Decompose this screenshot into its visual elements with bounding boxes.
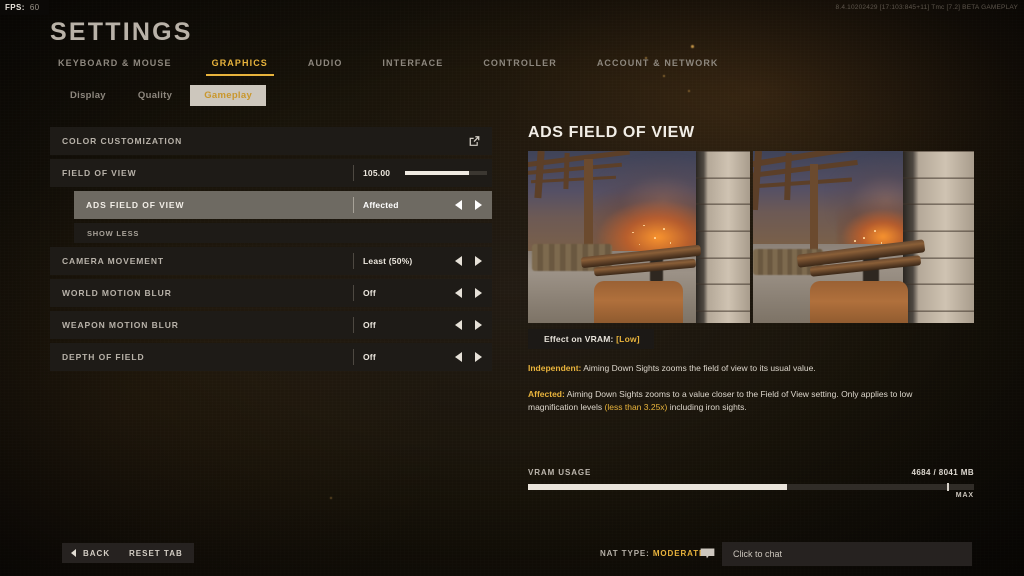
next-value-arrow[interactable]	[475, 288, 482, 298]
tab-keyboard-mouse[interactable]: KEYBOARD & MOUSE	[58, 58, 172, 76]
next-value-arrow[interactable]	[475, 352, 482, 362]
setting-label: CAMERA MOVEMENT	[62, 256, 164, 266]
setting-value-wrap: Affected	[353, 197, 399, 213]
field-of-view-slider[interactable]	[405, 171, 487, 175]
setting-row-color-customization[interactable]: COLOR CUSTOMIZATION	[50, 127, 492, 155]
value-stepper	[455, 279, 482, 307]
description-term: Independent:	[528, 363, 582, 373]
vram-max-label: MAX	[955, 492, 974, 499]
tab-account-network[interactable]: ACCOUNT & NETWORK	[597, 58, 719, 76]
setting-label: FIELD OF VIEW	[62, 168, 137, 178]
setting-row-depth-of-field[interactable]: DEPTH OF FIELD Off	[50, 343, 492, 371]
setting-value: Affected	[363, 200, 399, 210]
vram-usage-label: VRAM USAGE	[528, 468, 592, 477]
sub-tab-bar: Display Quality Gameplay	[56, 85, 267, 106]
setting-label: WEAPON MOTION BLUR	[62, 320, 179, 330]
settings-list: COLOR CUSTOMIZATION FIELD OF VIEW 105.00…	[50, 127, 492, 375]
value-stepper	[455, 343, 482, 371]
back-button[interactable]: BACK	[62, 543, 124, 563]
chevron-left-icon	[71, 549, 76, 557]
preview-image-pair	[528, 151, 974, 323]
vram-max-marker	[947, 483, 950, 491]
description-inline-highlight: (less than 3.25x)	[604, 401, 668, 412]
next-value-arrow[interactable]	[475, 200, 482, 210]
setting-value-wrap: Off	[353, 349, 376, 365]
setting-value-wrap: 105.00	[353, 165, 390, 181]
setting-label: ADS FIELD OF VIEW	[86, 200, 185, 210]
nat-type-label: NAT TYPE:	[600, 549, 650, 558]
subtab-display[interactable]: Display	[56, 85, 120, 106]
back-button-label: BACK	[83, 548, 111, 558]
reset-tab-button[interactable]: RESET TAB	[118, 543, 194, 563]
vram-effect-label: Effect on VRAM:	[544, 334, 614, 344]
chat-bubble-icon[interactable]	[700, 548, 715, 559]
description-affected: Affected: Aiming Down Sights zooms to a …	[528, 388, 948, 414]
fps-counter: FPS: 60	[0, 0, 49, 15]
fps-value: 60	[29, 3, 40, 12]
previous-value-arrow[interactable]	[455, 256, 462, 266]
setting-label: WORLD MOTION BLUR	[62, 288, 172, 298]
setting-value: Off	[363, 288, 376, 298]
value-stepper	[455, 247, 482, 275]
tab-audio[interactable]: AUDIO	[308, 58, 343, 76]
value-stepper	[455, 191, 482, 219]
vram-usage-bar	[528, 483, 974, 491]
fps-label: FPS:	[5, 3, 25, 12]
nat-type-value: MODERATE	[652, 549, 706, 558]
chat-placeholder: Click to chat	[733, 549, 783, 559]
previous-value-arrow[interactable]	[455, 200, 462, 210]
description-text: Aiming Down Sights zooms the field of vi…	[581, 363, 816, 373]
vram-usage-amount: 4684 / 8041 MB	[911, 468, 974, 477]
build-version-string: 8.4.10202429 [17:103:845+11] Tmc [7.2] B…	[835, 4, 1018, 11]
value-stepper	[455, 311, 482, 339]
detail-panel-title: ADS FIELD OF VIEW	[528, 124, 695, 141]
tab-interface[interactable]: INTERFACE	[382, 58, 443, 76]
setting-row-camera-movement[interactable]: CAMERA MOVEMENT Least (50%)	[50, 247, 492, 275]
setting-row-field-of-view[interactable]: FIELD OF VIEW 105.00	[50, 159, 492, 187]
setting-label: DEPTH OF FIELD	[62, 352, 145, 362]
setting-value-wrap: Off	[353, 285, 376, 301]
chat-input[interactable]: Click to chat	[722, 542, 972, 566]
next-value-arrow[interactable]	[475, 256, 482, 266]
external-link-icon[interactable]	[468, 135, 481, 148]
vram-effect-badge: Effect on VRAM: [Low]	[528, 329, 654, 349]
setting-row-weapon-motion-blur[interactable]: WEAPON MOTION BLUR Off	[50, 311, 492, 339]
detail-panel: ADS FIELD OF VIEW Effect on VRAM: [Low] …	[528, 124, 974, 414]
slider-fill	[405, 171, 469, 175]
setting-value: Off	[363, 352, 376, 362]
description-term: Affected:	[528, 388, 565, 399]
preview-image-independent	[528, 151, 750, 323]
setting-value-wrap: Least (50%)	[353, 253, 412, 269]
tab-graphics[interactable]: GRAPHICS	[205, 58, 275, 76]
subtab-quality[interactable]: Quality	[124, 85, 186, 106]
description-text-after: including iron sights.	[667, 401, 747, 412]
vram-usage-fill	[528, 484, 787, 490]
previous-value-arrow[interactable]	[455, 352, 462, 362]
setting-value: 105.00	[363, 168, 391, 178]
description-independent: Independent: Aiming Down Sights zooms th…	[528, 362, 948, 375]
vram-usage-meter: VRAM USAGE 4684 / 8041 MB MAX	[528, 468, 974, 499]
preview-image-affected	[752, 151, 974, 323]
show-less-label: SHOW LESS	[87, 228, 140, 238]
main-tab-bar: KEYBOARD & MOUSE GRAPHICS AUDIO INTERFAC…	[58, 58, 759, 76]
setting-value: Off	[363, 320, 376, 330]
reset-tab-button-label: RESET TAB	[129, 548, 183, 558]
nat-type-indicator: NAT TYPE: MODERATE	[600, 549, 705, 558]
show-less-row[interactable]: SHOW LESS	[74, 223, 492, 243]
bottom-bar: BACK RESET TAB NAT TYPE: MODERATE Click …	[0, 534, 1024, 576]
previous-value-arrow[interactable]	[455, 288, 462, 298]
previous-value-arrow[interactable]	[455, 320, 462, 330]
page-title: SETTINGS	[50, 18, 193, 46]
setting-value-wrap: Off	[353, 317, 376, 333]
setting-label: COLOR CUSTOMIZATION	[62, 136, 183, 146]
next-value-arrow[interactable]	[475, 320, 482, 330]
subtab-gameplay[interactable]: Gameplay	[190, 85, 267, 106]
tab-controller[interactable]: CONTROLLER	[483, 58, 557, 76]
vram-effect-value: [Low]	[616, 334, 640, 344]
setting-row-world-motion-blur[interactable]: WORLD MOTION BLUR Off	[50, 279, 492, 307]
setting-value: Least (50%)	[363, 256, 413, 266]
setting-row-ads-field-of-view[interactable]: ADS FIELD OF VIEW Affected	[74, 191, 492, 219]
